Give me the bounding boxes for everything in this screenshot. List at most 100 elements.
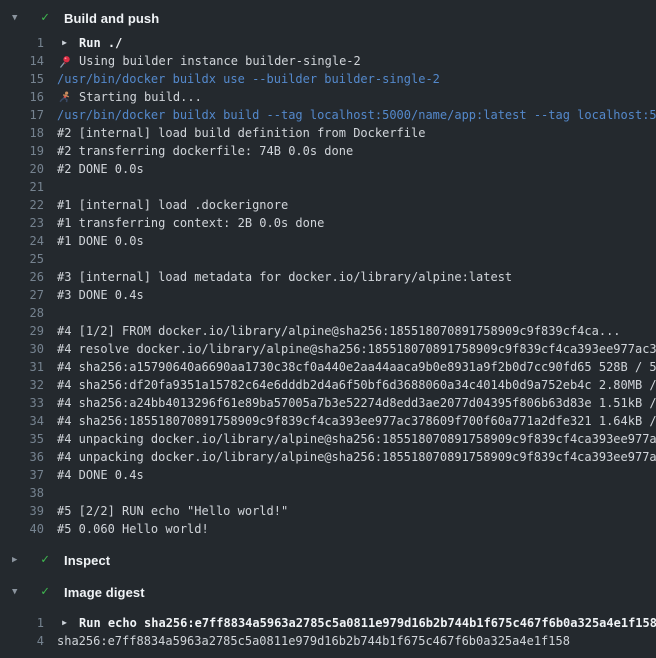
log-line: 1 ▶ Run ./	[0, 34, 656, 52]
line-number[interactable]: 19	[0, 142, 44, 160]
line-number[interactable]: 14	[0, 52, 44, 70]
section-lines: 1 ▶ Run ./ 14 Using builder instance buil…	[0, 34, 656, 538]
section-lines: 1 ▶Run echo sha256:e7ff8834a5963a2785c5a…	[0, 614, 656, 650]
log-text: Using builder instance builder-single-2	[79, 52, 361, 70]
log-text: #4 DONE 0.4s	[57, 466, 144, 484]
line-number[interactable]: 27	[0, 286, 44, 304]
log-line: 22 #1 [internal] load .dockerignore	[0, 196, 656, 214]
log-line: 33 #4 sha256:a24bb4013296f61e89ba57005a7…	[0, 394, 656, 412]
section-title: Image digest	[64, 585, 145, 600]
log-line: 32 #4 sha256:df20fa9351a15782c64e6dddb2d…	[0, 376, 656, 394]
check-icon: ✓	[38, 550, 52, 570]
log-line-content: Using builder instance builder-single-2	[57, 52, 361, 70]
line-number[interactable]: 39	[0, 502, 44, 520]
log-line: 34 #4 sha256:185518070891758909c9f839cf4…	[0, 412, 656, 430]
log-text: #3 [internal] load metadata for docker.i…	[57, 268, 512, 286]
chevron-down-icon[interactable]: ▼	[12, 582, 24, 602]
chevron-right-icon[interactable]: ▶	[12, 550, 24, 570]
line-number[interactable]: 16	[0, 88, 44, 106]
log-section-build-and-push: ▼ ✓ Build and push 1 ▶ Run ./ 14 Using bu…	[0, 8, 656, 538]
line-number[interactable]: 26	[0, 268, 44, 286]
log-text: #4 sha256:a24bb4013296f61e89ba57005a7b3e…	[57, 394, 656, 412]
log-section-inspect: ▶ ✓ Inspect	[0, 550, 656, 570]
line-number[interactable]: 24	[0, 232, 44, 250]
log-line-content: #4 sha256:185518070891758909c9f839cf4ca3…	[57, 412, 656, 430]
log-text: #4 sha256:185518070891758909c9f839cf4ca3…	[57, 412, 656, 430]
log-line-content: sha256:e7ff8834a5963a2785c5a0811e979d16b…	[57, 632, 570, 650]
log-line-content: #4 sha256:a15790640a6690aa1730c38cf0a440…	[57, 358, 656, 376]
log-text: #1 DONE 0.0s	[57, 232, 144, 250]
log-line: 21	[0, 178, 656, 196]
log-line: 35 #4 unpacking docker.io/library/alpine…	[0, 430, 656, 448]
log-text: #4 unpacking docker.io/library/alpine@sh…	[57, 448, 656, 466]
line-number[interactable]: 25	[0, 250, 44, 268]
line-number[interactable]: 18	[0, 124, 44, 142]
log-text: #2 DONE 0.0s	[57, 160, 144, 178]
log-text: #3 DONE 0.4s	[57, 286, 144, 304]
line-number[interactable]: 1	[0, 614, 44, 632]
section-header-inspect[interactable]: ▶ ✓ Inspect	[0, 550, 656, 570]
line-number[interactable]: 37	[0, 466, 44, 484]
line-number[interactable]: 32	[0, 376, 44, 394]
section-title: Build and push	[64, 11, 159, 26]
log-text: #1 transferring context: 2B 0.0s done	[57, 214, 324, 232]
line-number[interactable]: 30	[0, 340, 44, 358]
log-line: 15 /usr/bin/docker buildx use --builder …	[0, 70, 656, 88]
log-text: #4 [1/2] FROM docker.io/library/alpine@s…	[57, 322, 621, 340]
log-line: 18 #2 [internal] load build definition f…	[0, 124, 656, 142]
log-line: 25	[0, 250, 656, 268]
check-icon: ✓	[38, 582, 52, 602]
line-number[interactable]: 17	[0, 106, 44, 124]
log-text: Starting build...	[79, 88, 202, 106]
line-number[interactable]: 40	[0, 520, 44, 538]
log-line: 30 #4 resolve docker.io/library/alpine@s…	[0, 340, 656, 358]
log-line-content: #1 [internal] load .dockerignore	[57, 196, 288, 214]
log-line: 40 #5 0.060 Hello world!	[0, 520, 656, 538]
log-text: #2 [internal] load build definition from…	[57, 124, 425, 142]
log-line-content: #1 transferring context: 2B 0.0s done	[57, 214, 324, 232]
line-number[interactable]: 33	[0, 394, 44, 412]
log-line: 26 #3 [internal] load metadata for docke…	[0, 268, 656, 286]
line-number[interactable]: 31	[0, 358, 44, 376]
log-line: 28	[0, 304, 656, 322]
log-line-content: #4 unpacking docker.io/library/alpine@sh…	[57, 430, 656, 448]
line-number[interactable]: 15	[0, 70, 44, 88]
line-number[interactable]: 23	[0, 214, 44, 232]
line-number[interactable]: 36	[0, 448, 44, 466]
log-line: 1 ▶Run echo sha256:e7ff8834a5963a2785c5a…	[0, 614, 656, 632]
log-text: #5 0.060 Hello world!	[57, 520, 209, 538]
log-line: 29 #4 [1/2] FROM docker.io/library/alpin…	[0, 322, 656, 340]
section-header-build-and-push[interactable]: ▼ ✓ Build and push	[0, 8, 656, 28]
log-line: 37 #4 DONE 0.4s	[0, 466, 656, 484]
line-number[interactable]: 29	[0, 322, 44, 340]
play-icon[interactable]: ▶	[57, 36, 72, 50]
log-line: 4 sha256:e7ff8834a5963a2785c5a0811e979d1…	[0, 632, 656, 650]
log-text: #4 unpacking docker.io/library/alpine@sh…	[57, 430, 656, 448]
line-number[interactable]: 34	[0, 412, 44, 430]
log-line: 36 #4 unpacking docker.io/library/alpine…	[0, 448, 656, 466]
line-number[interactable]: 21	[0, 178, 44, 196]
section-header-image-digest[interactable]: ▼ ✓ Image digest	[0, 582, 656, 602]
log-line-content: /usr/bin/docker buildx use --builder bui…	[57, 70, 440, 88]
chevron-down-icon[interactable]: ▼	[12, 8, 24, 28]
log-line: 39 #5 [2/2] RUN echo "Hello world!"	[0, 502, 656, 520]
log-text: #5 [2/2] RUN echo "Hello world!"	[57, 502, 288, 520]
line-number[interactable]: 28	[0, 304, 44, 322]
line-number[interactable]: 38	[0, 484, 44, 502]
line-number[interactable]: 20	[0, 160, 44, 178]
log-line-content: /usr/bin/docker buildx build --tag local…	[57, 106, 656, 124]
log-line-content: Starting build...	[57, 88, 202, 106]
line-number[interactable]: 1	[0, 34, 44, 52]
log-line-content: #4 [1/2] FROM docker.io/library/alpine@s…	[57, 322, 621, 340]
line-number[interactable]: 35	[0, 430, 44, 448]
log-text: /usr/bin/docker buildx build --tag local…	[57, 106, 656, 124]
log-text: Run ./	[79, 34, 122, 52]
pin-icon	[57, 54, 72, 68]
line-number[interactable]: 4	[0, 632, 44, 650]
log-line: 17 /usr/bin/docker buildx build --tag lo…	[0, 106, 656, 124]
log-line: 16 Starting build...	[0, 88, 656, 106]
log-line: 23 #1 transferring context: 2B 0.0s done	[0, 214, 656, 232]
line-number[interactable]: 22	[0, 196, 44, 214]
play-icon[interactable]: ▶	[57, 616, 72, 630]
log-line-content: #4 unpacking docker.io/library/alpine@sh…	[57, 448, 656, 466]
